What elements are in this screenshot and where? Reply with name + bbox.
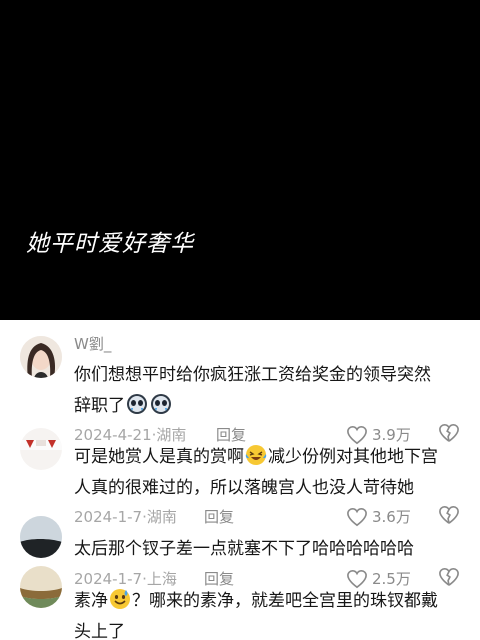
dislike-button[interactable] <box>438 505 460 529</box>
comment-username[interactable]: W劉_ <box>74 333 111 354</box>
comment-date-location: 2024-1-7·湖南 <box>74 508 177 526</box>
broken-heart-icon <box>439 505 459 524</box>
crying-face-emoji <box>127 394 147 414</box>
avatar[interactable] <box>20 516 62 558</box>
avatar[interactable] <box>20 428 62 470</box>
broken-heart-icon <box>439 423 459 442</box>
comment-list[interactable]: W劉_ 你们想想平时给你疯狂涨工资给奖金的领导突然 辞职了 2024-4-21·… <box>0 320 480 640</box>
heart-icon <box>347 507 367 526</box>
reply-button[interactable]: 回复 <box>204 506 234 527</box>
avatar[interactable] <box>20 336 62 378</box>
video-player[interactable]: 她平时爱好奢华 <box>0 0 480 320</box>
avatar[interactable] <box>20 566 62 608</box>
sweat-smile-emoji <box>110 589 130 609</box>
crying-face-emoji <box>151 394 171 414</box>
video-subtitle: 她平时爱好奢华 <box>26 231 194 257</box>
comment-text: 素净 ？哪来的素净，就差吧全宫里的珠钗都戴 头上了 <box>74 586 466 640</box>
comment-meta: 2024-1-7·湖南 回复 3.6万 <box>74 505 464 530</box>
laughing-crying-emoji <box>245 445 267 465</box>
like-button[interactable]: 3.6万 <box>346 506 411 527</box>
comment-text: 太后那个钗子差一点就塞不下了哈哈哈哈哈哈 <box>74 539 414 559</box>
comment-text: 你们想想平时给你疯狂涨工资给奖金的领导突然 辞职了 <box>74 365 431 416</box>
comment-text: 可是她赏人是真的赏啊 减少份例对其他地下宫 人真的很难过的，所以落魄宫人也没人苛待… <box>74 442 466 504</box>
broken-heart-icon <box>439 567 459 586</box>
like-count: 3.6万 <box>372 508 411 526</box>
